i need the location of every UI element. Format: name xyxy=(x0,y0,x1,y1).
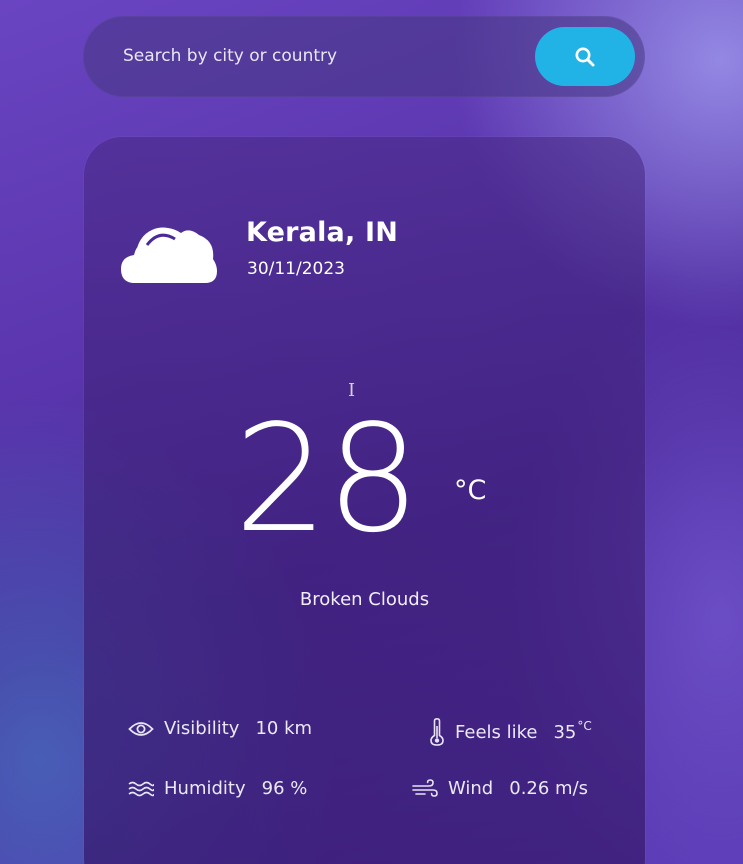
humidity-stat: Humidity 96 % xyxy=(128,778,307,799)
wind-icon xyxy=(412,778,438,799)
temperature-unit: °C xyxy=(454,475,487,506)
feels-like-label: Feels like xyxy=(455,721,538,743)
search-bar xyxy=(83,16,645,97)
feels-like-value: 35°C xyxy=(553,718,592,743)
thermometer-icon xyxy=(429,718,445,746)
humidity-value: 96 % xyxy=(261,778,308,799)
waves-icon xyxy=(128,780,154,798)
visibility-stat: Visibility 10 km xyxy=(128,718,312,739)
visibility-value: 10 km xyxy=(255,718,313,739)
weather-card: Kerala, IN 30/11/2023 I 28 °C Broken Clo… xyxy=(84,137,645,864)
feels-like-stat: Feels like 35°C xyxy=(429,718,592,746)
location-name: Kerala, IN xyxy=(246,217,399,248)
search-icon xyxy=(574,46,596,68)
search-input[interactable] xyxy=(123,38,523,74)
weather-condition: Broken Clouds xyxy=(299,589,430,610)
feels-like-number: 35 xyxy=(553,721,577,743)
feels-like-unit: °C xyxy=(577,718,592,733)
current-date: 30/11/2023 xyxy=(247,259,345,279)
search-button[interactable] xyxy=(535,27,635,86)
broken-clouds-icon xyxy=(119,215,219,287)
eye-icon xyxy=(128,720,154,738)
wind-label: Wind xyxy=(448,778,494,799)
visibility-label: Visibility xyxy=(164,718,240,739)
wind-stat: Wind 0.26 m/s xyxy=(412,778,588,799)
wind-value: 0.26 m/s xyxy=(509,778,589,799)
humidity-label: Humidity xyxy=(164,778,246,799)
temperature-value: 28 xyxy=(234,393,420,565)
